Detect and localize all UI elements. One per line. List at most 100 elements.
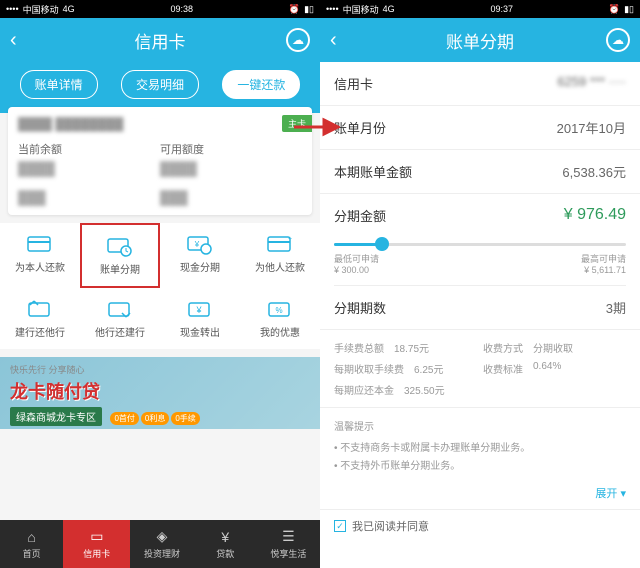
feature-cash-installment[interactable]: ¥ 现金分期 bbox=[160, 223, 240, 288]
banner-tagline: 快乐先行 分享随心 bbox=[10, 363, 310, 376]
row-periods[interactable]: 分期期数 3期 bbox=[320, 286, 640, 330]
svg-text:¥: ¥ bbox=[194, 240, 200, 249]
agree-row[interactable]: ✓ 我已阅读并同意 bbox=[320, 509, 640, 542]
top-tabs: 账单详情 交易明细 一键还款 bbox=[0, 62, 320, 113]
network: 4G bbox=[383, 4, 395, 14]
help-icon[interactable]: ☁ bbox=[606, 28, 630, 52]
feature-repay-self[interactable]: 为本人还款 bbox=[0, 223, 80, 288]
masked-field: ███ bbox=[160, 190, 302, 205]
row-month: 账单月份 2017年10月 bbox=[320, 106, 640, 150]
life-icon: ☰ bbox=[282, 528, 295, 545]
tutorial-arrow bbox=[294, 108, 340, 145]
help-icon[interactable]: ☁ bbox=[286, 28, 310, 52]
clock: 09:37 bbox=[490, 4, 513, 14]
fee-details: 手续费总额18.75元 收费方式分期收取 每期收取手续费6.25元 收费标准0.… bbox=[320, 330, 640, 408]
alarm-icon: ⏰ bbox=[609, 4, 620, 15]
carrier: 中国移动 bbox=[343, 3, 379, 16]
feature-repay-other[interactable]: + 为他人还款 bbox=[240, 223, 320, 288]
tab-repay[interactable]: 一键还款 bbox=[222, 70, 300, 99]
promo-banner[interactable]: 快乐先行 分享随心 龙卡随付贷 绿森商城龙卡专区 0首付 0利息 0手续 bbox=[0, 357, 320, 429]
feature-label: 为本人还款 bbox=[15, 259, 65, 274]
home-icon: ⌂ bbox=[27, 529, 35, 545]
row-card[interactable]: 信用卡 6259 *** ···· bbox=[320, 62, 640, 106]
feature-ccb-to-other[interactable]: 建行还他行 bbox=[0, 288, 80, 349]
loan-icon: ¥ bbox=[221, 529, 229, 545]
feature-grid: 为本人还款 账单分期 ¥ 现金分期 + 为他人还款 建行还他行 他行还建行 ¥ … bbox=[0, 223, 320, 349]
battery-icon: ▮▯ bbox=[304, 4, 314, 15]
feature-label: 账单分期 bbox=[100, 261, 140, 276]
transfer-in-icon bbox=[106, 298, 134, 320]
transfer-out-icon bbox=[26, 298, 54, 320]
network: 4G bbox=[63, 4, 75, 14]
row-amount: 本期账单金额 6,538.36元 bbox=[320, 150, 640, 194]
balance-label: 当前余额 bbox=[18, 141, 160, 157]
feature-label: 为他人还款 bbox=[255, 259, 305, 274]
bill-amount: 6,538.36元 bbox=[562, 162, 626, 181]
signal-icon: •••• bbox=[326, 4, 339, 14]
agree-checkbox[interactable]: ✓ bbox=[334, 520, 346, 532]
cash-installment-icon: ¥ bbox=[186, 233, 214, 255]
status-bar: •••• 中国移动 4G 09:37 ⏰ ▮▯ bbox=[320, 0, 640, 18]
status-bar: •••• 中国移动 4G 09:38 ⏰ ▮▯ bbox=[0, 0, 320, 18]
tab-bill-detail[interactable]: 账单详情 bbox=[20, 70, 98, 99]
feature-label: 现金转出 bbox=[180, 324, 220, 339]
svg-text:%: % bbox=[275, 306, 282, 315]
nav-home[interactable]: ⌂首页 bbox=[0, 520, 63, 568]
back-icon[interactable]: ‹ bbox=[10, 29, 17, 52]
right-screen: •••• 中国移动 4G 09:37 ⏰ ▮▯ ‹ 账单分期 ☁ 信用卡 625… bbox=[320, 0, 640, 568]
slider-thumb[interactable] bbox=[375, 237, 389, 251]
row-install-amount: 分期金额 ¥ 976.49 bbox=[320, 194, 640, 237]
feature-my-offers[interactable]: % 我的优惠 bbox=[240, 288, 320, 349]
installment-icon bbox=[106, 235, 134, 257]
feature-label: 建行还他行 bbox=[15, 324, 65, 339]
invest-icon: ◈ bbox=[157, 528, 168, 545]
feature-label: 我的优惠 bbox=[260, 324, 300, 339]
nav-life[interactable]: ☰悦享生活 bbox=[257, 520, 320, 568]
offers-icon: % bbox=[266, 298, 294, 320]
nav-loan[interactable]: ¥贷款 bbox=[194, 520, 257, 568]
banner-pills: 0首付 0利息 0手续 bbox=[110, 412, 199, 425]
card-nav-icon: ▭ bbox=[90, 528, 103, 545]
bottom-nav: ⌂首页 ▭信用卡 ◈投资理财 ¥贷款 ☰悦享生活 bbox=[0, 520, 320, 568]
warm-tips: 温馨提示 • 不支持商务卡或附属卡办理账单分期业务。 • 不支持外币账单分期业务… bbox=[320, 408, 640, 485]
expand-button[interactable]: 展开 ▾ bbox=[320, 485, 640, 509]
detail-content: 信用卡 6259 *** ···· 账单月份 2017年10月 本期账单金额 6… bbox=[320, 62, 640, 568]
page-title: 信用卡 bbox=[135, 28, 186, 53]
install-amount: ¥ 976.49 bbox=[564, 206, 626, 225]
card-others-icon: + bbox=[266, 233, 294, 255]
tab-transactions[interactable]: 交易明细 bbox=[121, 70, 199, 99]
feature-cash-out[interactable]: ¥ 现金转出 bbox=[160, 288, 240, 349]
left-screen: •••• 中国移动 4G 09:38 ⏰ ▮▯ ‹ 信用卡 ☁ 账单详情 交易明… bbox=[0, 0, 320, 568]
card-summary: 主卡 ████ ████████ 当前余额 ████ 可用额度 ████ ███… bbox=[8, 107, 312, 215]
nav-credit-card[interactable]: ▭信用卡 bbox=[63, 520, 130, 568]
bill-month: 2017年10月 bbox=[557, 118, 626, 137]
masked-field: ███ bbox=[18, 190, 160, 205]
nav-invest[interactable]: ◈投资理财 bbox=[130, 520, 193, 568]
banner-subtitle: 绿森商城龙卡专区 bbox=[10, 407, 102, 426]
battery-icon: ▮▯ bbox=[624, 4, 634, 15]
carrier: 中国移动 bbox=[23, 3, 59, 16]
feature-label: 他行还建行 bbox=[95, 324, 145, 339]
feature-other-to-ccb[interactable]: 他行还建行 bbox=[80, 288, 160, 349]
back-icon[interactable]: ‹ bbox=[330, 29, 337, 52]
header: ‹ 信用卡 ☁ bbox=[0, 18, 320, 62]
signal-icon: •••• bbox=[6, 4, 19, 14]
available-value: ████ bbox=[160, 161, 302, 176]
card-number: 6259 *** ···· bbox=[557, 74, 626, 93]
clock: 09:38 bbox=[170, 4, 193, 14]
card-number-masked: ████ ████████ bbox=[18, 117, 302, 131]
svg-text:+: + bbox=[288, 236, 292, 243]
svg-text:¥: ¥ bbox=[195, 305, 202, 315]
banner-title: 龙卡随付贷 bbox=[10, 378, 310, 404]
card-icon bbox=[26, 233, 54, 255]
feature-label: 现金分期 bbox=[180, 259, 220, 274]
header: ‹ 账单分期 ☁ bbox=[320, 18, 640, 62]
period-value: 3期 bbox=[606, 298, 626, 317]
cash-out-icon: ¥ bbox=[186, 298, 214, 320]
balance-value: ████ bbox=[18, 161, 160, 176]
alarm-icon: ⏰ bbox=[289, 4, 300, 15]
amount-slider[interactable]: 最低可申请¥ 300.00 最高可申请¥ 5,611.71 bbox=[320, 237, 640, 286]
feature-bill-installment[interactable]: 账单分期 bbox=[80, 223, 160, 288]
available-label: 可用额度 bbox=[160, 141, 302, 157]
page-title: 账单分期 bbox=[446, 28, 514, 53]
